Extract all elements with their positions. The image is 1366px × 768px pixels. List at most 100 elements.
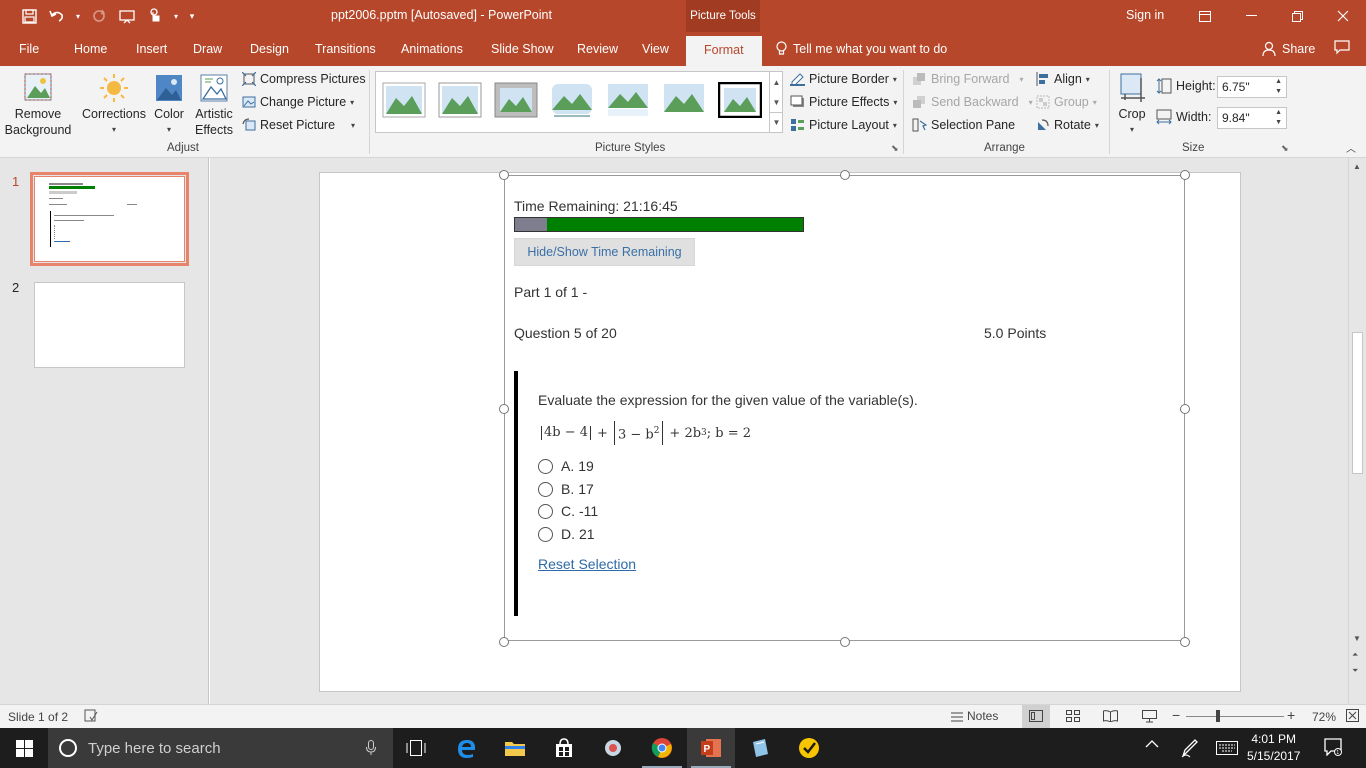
picture-style-rounded[interactable] <box>550 82 594 118</box>
fit-slide-icon[interactable] <box>1346 709 1359 722</box>
size-launcher-icon[interactable]: ⬊ <box>1281 143 1289 154</box>
answer-option-b[interactable]: B. 17 <box>538 481 594 497</box>
compress-pictures-button[interactable]: Compress Pictures <box>242 72 366 86</box>
tab-insert[interactable]: Insert <box>136 42 167 56</box>
radio-button[interactable] <box>538 481 553 497</box>
answer-option-a[interactable]: A. 19 <box>538 458 594 474</box>
show-hidden-icons-icon[interactable] <box>1145 740 1159 748</box>
taskbar-search-box[interactable]: Type here to search <box>48 728 393 768</box>
rotate-button[interactable]: Rotate ▾ <box>1036 118 1099 132</box>
norton-icon[interactable] <box>785 728 833 768</box>
resize-handle-bottom[interactable] <box>840 637 850 647</box>
tab-home[interactable]: Home <box>74 42 107 56</box>
gallery-scroll-down-icon[interactable]: ▼ <box>769 92 783 112</box>
artistic-effects-button[interactable]: Artistic Effects <box>192 72 236 138</box>
start-from-beginning-icon[interactable] <box>116 6 138 26</box>
keyboard-icon[interactable] <box>1216 741 1238 755</box>
zoom-slider-thumb[interactable] <box>1216 710 1220 722</box>
network-app-icon[interactable] <box>589 728 637 768</box>
tell-me-search[interactable]: Tell me what you want to do <box>776 41 947 56</box>
radio-button[interactable] <box>538 458 553 474</box>
scroll-up-icon[interactable]: ▲ <box>1353 162 1361 171</box>
windows-start-icon[interactable] <box>0 728 48 768</box>
tab-view[interactable]: View <box>642 42 669 56</box>
comment-icon[interactable] <box>1334 40 1350 55</box>
crop-button[interactable]: Crop ▾ <box>1113 72 1151 138</box>
send-backward-button[interactable]: Send Backward ▾ <box>912 95 1033 109</box>
hide-show-time-button[interactable]: Hide/Show Time Remaining <box>514 238 695 266</box>
answer-option-d[interactable]: D. 21 <box>538 526 595 542</box>
reset-selection-link[interactable]: Reset Selection <box>538 556 636 572</box>
microphone-icon[interactable] <box>366 740 376 756</box>
picture-effects-button[interactable]: Picture Effects ▾ <box>790 95 897 109</box>
touch-mode-icon[interactable] <box>144 6 166 26</box>
touch-mode-dropdown-icon[interactable]: ▾ <box>172 6 180 26</box>
zoom-level[interactable]: 72% <box>1312 710 1336 724</box>
powerpoint-icon[interactable]: P <box>687 728 735 768</box>
picture-border-button[interactable]: Picture Border ▾ <box>790 72 897 86</box>
chrome-icon[interactable] <box>638 728 686 768</box>
tab-draw[interactable]: Draw <box>193 42 222 56</box>
minimize-icon[interactable] <box>1228 0 1274 32</box>
reset-picture-button[interactable]: Reset Picture ▾ <box>242 118 355 132</box>
selected-picture[interactable]: Time Remaining: 21:16:45 Hide/Show Time … <box>504 175 1185 641</box>
share-button[interactable]: Share <box>1262 41 1315 56</box>
notes-button[interactable]: Notes <box>951 709 998 723</box>
resize-handle-top[interactable] <box>840 170 850 180</box>
sign-in-link[interactable]: Sign in <box>1126 8 1164 22</box>
collapse-ribbon-icon[interactable]: ︿ <box>1346 140 1356 155</box>
resize-handle-top-left[interactable] <box>499 170 509 180</box>
next-slide-icon[interactable]: ⏷ <box>1352 666 1358 676</box>
task-view-icon[interactable] <box>392 728 440 768</box>
reading-view-icon[interactable] <box>1103 710 1118 722</box>
resize-handle-bottom-left[interactable] <box>499 637 509 647</box>
width-spinner-icon[interactable]: ▲ ▼ <box>1275 108 1282 128</box>
previous-slide-icon[interactable]: ⏶ <box>1352 650 1358 660</box>
height-field[interactable]: 6.75" ▲ ▼ <box>1217 76 1287 98</box>
save-icon[interactable] <box>18 6 40 26</box>
scroll-down-icon[interactable]: ▼ <box>1353 634 1361 643</box>
radio-button[interactable] <box>538 526 553 542</box>
vertical-scrollbar[interactable]: ▲ ▼ ⏶ ⏷ <box>1348 158 1366 704</box>
radio-button[interactable] <box>538 503 553 519</box>
picture-style-soft-edge[interactable] <box>662 82 706 118</box>
ribbon-display-options-icon[interactable] <box>1182 0 1228 32</box>
tab-review[interactable]: Review <box>577 42 618 56</box>
tab-transitions[interactable]: Transitions <box>315 42 376 56</box>
resize-handle-right[interactable] <box>1180 404 1190 414</box>
store-icon[interactable] <box>540 728 588 768</box>
resize-handle-bottom-right[interactable] <box>1180 637 1190 647</box>
slide-thumbnail-1[interactable] <box>30 172 189 266</box>
slide-sorter-icon[interactable] <box>1066 710 1080 722</box>
picture-styles-launcher-icon[interactable]: ⬊ <box>891 143 899 154</box>
resize-handle-left[interactable] <box>499 404 509 414</box>
pen-icon[interactable] <box>1181 738 1199 758</box>
corrections-button[interactable]: Corrections ▾ <box>82 72 146 138</box>
picture-style-thick-matte[interactable] <box>494 82 538 118</box>
remove-background-button[interactable]: Remove Background <box>5 72 71 138</box>
slide-thumbnail-2[interactable] <box>34 282 185 368</box>
action-center-icon[interactable]: 1 <box>1324 738 1342 756</box>
close-icon[interactable] <box>1320 0 1366 32</box>
slide-show-icon[interactable] <box>1142 710 1157 723</box>
resize-handle-top-right[interactable] <box>1180 170 1190 180</box>
change-picture-button[interactable]: Change Picture ▾ <box>242 95 354 109</box>
width-field[interactable]: 9.84" ▲ ▼ <box>1217 107 1287 129</box>
color-button[interactable]: Color ▾ <box>150 72 188 138</box>
scrollbar-thumb[interactable] <box>1352 332 1363 474</box>
height-spinner-icon[interactable]: ▲ ▼ <box>1275 77 1282 97</box>
group-button[interactable]: Group ▾ <box>1036 95 1097 109</box>
tab-format[interactable]: Format <box>686 36 762 66</box>
normal-view-button[interactable] <box>1022 705 1050 728</box>
zoom-out-icon[interactable]: − <box>1172 707 1180 723</box>
zoom-slider[interactable] <box>1186 716 1284 717</box>
notes-app-icon[interactable] <box>736 728 784 768</box>
tab-slide-show[interactable]: Slide Show <box>491 42 554 56</box>
restore-icon[interactable] <box>1274 0 1320 32</box>
picture-style-simple-frame[interactable] <box>382 82 426 118</box>
selection-pane-button[interactable]: Selection Pane <box>912 118 1015 132</box>
zoom-in-icon[interactable]: + <box>1287 707 1295 723</box>
undo-dropdown-icon[interactable]: ▾ <box>74 6 82 26</box>
file-explorer-icon[interactable] <box>491 728 539 768</box>
system-clock[interactable]: 4:01 PM 5/15/2017 <box>1247 731 1300 765</box>
